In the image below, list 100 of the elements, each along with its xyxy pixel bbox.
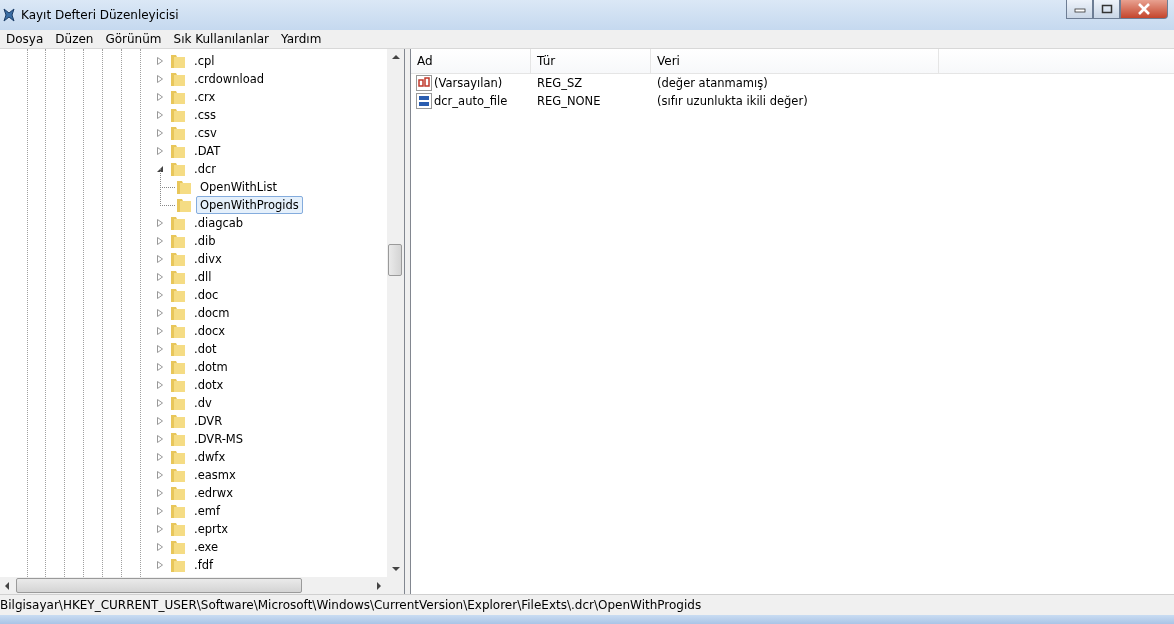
expand-arrow-icon[interactable] bbox=[156, 489, 164, 497]
tree-item[interactable]: .csv bbox=[190, 124, 221, 142]
expand-arrow-icon[interactable] bbox=[156, 435, 164, 443]
expand-arrow-icon[interactable] bbox=[156, 75, 164, 83]
tree-item[interactable]: .divx bbox=[190, 250, 226, 268]
tree-item[interactable]: .dotx bbox=[190, 376, 228, 394]
tree-item[interactable]: .cpl bbox=[190, 52, 219, 70]
binary-value-icon bbox=[416, 93, 432, 109]
expand-arrow-icon[interactable] bbox=[156, 327, 164, 335]
folder-icon bbox=[170, 521, 186, 537]
tree-item[interactable]: .crdownload bbox=[190, 70, 269, 88]
tree-item[interactable]: .dot bbox=[190, 340, 221, 358]
tree-item[interactable]: .DVR bbox=[190, 412, 227, 430]
folder-icon bbox=[170, 539, 186, 555]
status-path: Bilgisayar\HKEY_CURRENT_USER\Software\Microsoft\Windows\CurrentVersion\Explorer\FileExts\.dcr\OpenWithProgids bbox=[0, 598, 702, 612]
expand-arrow-icon[interactable] bbox=[156, 381, 164, 389]
expand-arrow-icon[interactable] bbox=[156, 147, 164, 155]
menu-item[interactable]: Dosya bbox=[0, 32, 50, 46]
expand-arrow-icon[interactable] bbox=[156, 291, 164, 299]
expand-arrow-icon[interactable] bbox=[156, 507, 164, 515]
folder-icon bbox=[170, 431, 186, 447]
menu-item[interactable]: Görünüm bbox=[99, 32, 168, 46]
value-type: REG_SZ bbox=[536, 76, 584, 90]
tree-item[interactable]: .easmx bbox=[190, 466, 240, 484]
expand-arrow-icon[interactable] bbox=[156, 129, 164, 137]
expand-arrow-icon[interactable] bbox=[156, 255, 164, 263]
tree-item[interactable]: .dotm bbox=[190, 358, 232, 376]
tree-item[interactable]: OpenWithProgids bbox=[196, 196, 303, 214]
folder-icon bbox=[170, 413, 186, 429]
expand-arrow-icon[interactable] bbox=[156, 93, 164, 101]
registry-app-icon bbox=[2, 7, 16, 23]
tree-item[interactable]: .css bbox=[190, 106, 220, 124]
collapse-arrow-icon[interactable] bbox=[156, 165, 164, 173]
tree-item[interactable]: .emf bbox=[190, 502, 224, 520]
folder-icon bbox=[170, 287, 186, 303]
expand-arrow-icon[interactable] bbox=[156, 309, 164, 317]
window-title: Kayıt Defteri Düzenleyicisi bbox=[21, 8, 179, 22]
tree-item[interactable]: OpenWithList bbox=[196, 178, 281, 196]
scroll-up-icon[interactable] bbox=[391, 54, 400, 60]
tree-item[interactable]: .dll bbox=[190, 268, 216, 286]
expand-arrow-icon[interactable] bbox=[156, 111, 164, 119]
expand-arrow-icon[interactable] bbox=[156, 345, 164, 353]
close-button[interactable] bbox=[1120, 0, 1168, 19]
column-header[interactable]: Veri bbox=[651, 49, 939, 73]
expand-arrow-icon[interactable] bbox=[156, 57, 164, 65]
value-data: (sıfır uzunlukta ikili değer) bbox=[656, 94, 809, 108]
menu-item[interactable]: Yardım bbox=[275, 32, 328, 46]
menu-item[interactable]: Düzen bbox=[49, 32, 100, 46]
folder-icon bbox=[170, 323, 186, 339]
tree-item[interactable]: .DAT bbox=[190, 142, 225, 160]
expand-arrow-icon[interactable] bbox=[156, 273, 164, 281]
folder-icon bbox=[176, 179, 192, 195]
column-header[interactable]: Tür bbox=[531, 49, 651, 73]
vertical-scrollbar[interactable] bbox=[387, 49, 404, 577]
tree-item[interactable]: .eprtx bbox=[190, 520, 233, 538]
tree-item[interactable]: .dib bbox=[190, 232, 220, 250]
expand-arrow-icon[interactable] bbox=[156, 219, 164, 227]
column-header[interactable]: Ad bbox=[411, 49, 531, 73]
tree-item[interactable]: .DVR-MS bbox=[190, 430, 248, 448]
expand-arrow-icon[interactable] bbox=[156, 363, 164, 371]
minimize-icon bbox=[1073, 5, 1086, 13]
tree-item[interactable]: .exe bbox=[190, 538, 223, 556]
folder-icon bbox=[170, 125, 186, 141]
maximize-button[interactable] bbox=[1093, 0, 1120, 19]
tree-item[interactable]: .edrwx bbox=[190, 484, 237, 502]
minimize-button[interactable] bbox=[1066, 0, 1093, 19]
scroll-down-icon[interactable] bbox=[391, 566, 400, 572]
tree-item[interactable]: .crx bbox=[190, 88, 220, 106]
expand-arrow-icon[interactable] bbox=[156, 543, 164, 551]
scroll-right-icon[interactable] bbox=[376, 581, 382, 590]
horizontal-scrollbar[interactable] bbox=[0, 577, 404, 594]
tree-item[interactable]: .docm bbox=[190, 304, 234, 322]
scrollbar-thumb[interactable] bbox=[16, 578, 302, 593]
folder-icon bbox=[170, 233, 186, 249]
value-name: dcr_auto_file bbox=[434, 94, 508, 108]
expand-arrow-icon[interactable] bbox=[156, 471, 164, 479]
scrollbar-thumb[interactable] bbox=[388, 244, 402, 276]
tree-item[interactable]: .dv bbox=[190, 394, 216, 412]
scroll-left-icon[interactable] bbox=[4, 581, 10, 590]
tree-item[interactable]: .dwfx bbox=[190, 448, 230, 466]
folder-icon bbox=[170, 53, 186, 69]
folder-icon bbox=[170, 449, 186, 465]
folder-icon bbox=[170, 269, 186, 285]
expand-arrow-icon[interactable] bbox=[156, 399, 164, 407]
tree-item[interactable]: .doc bbox=[190, 286, 223, 304]
tree-item[interactable]: .dcr bbox=[190, 160, 220, 178]
menu-item[interactable]: Sık Kullanılanlar bbox=[167, 32, 275, 46]
folder-icon bbox=[170, 161, 186, 177]
tree-item[interactable]: .fdf bbox=[190, 556, 218, 574]
expand-arrow-icon[interactable] bbox=[156, 453, 164, 461]
expand-arrow-icon[interactable] bbox=[156, 561, 164, 569]
folder-icon bbox=[170, 89, 186, 105]
expand-arrow-icon[interactable] bbox=[156, 525, 164, 533]
folder-icon bbox=[170, 467, 186, 483]
tree-item[interactable]: .docx bbox=[190, 322, 230, 340]
expand-arrow-icon[interactable] bbox=[156, 237, 164, 245]
tree-item[interactable]: .diagcab bbox=[190, 214, 248, 232]
close-icon bbox=[1137, 3, 1151, 15]
expand-arrow-icon[interactable] bbox=[156, 417, 164, 425]
folder-icon bbox=[170, 143, 186, 159]
